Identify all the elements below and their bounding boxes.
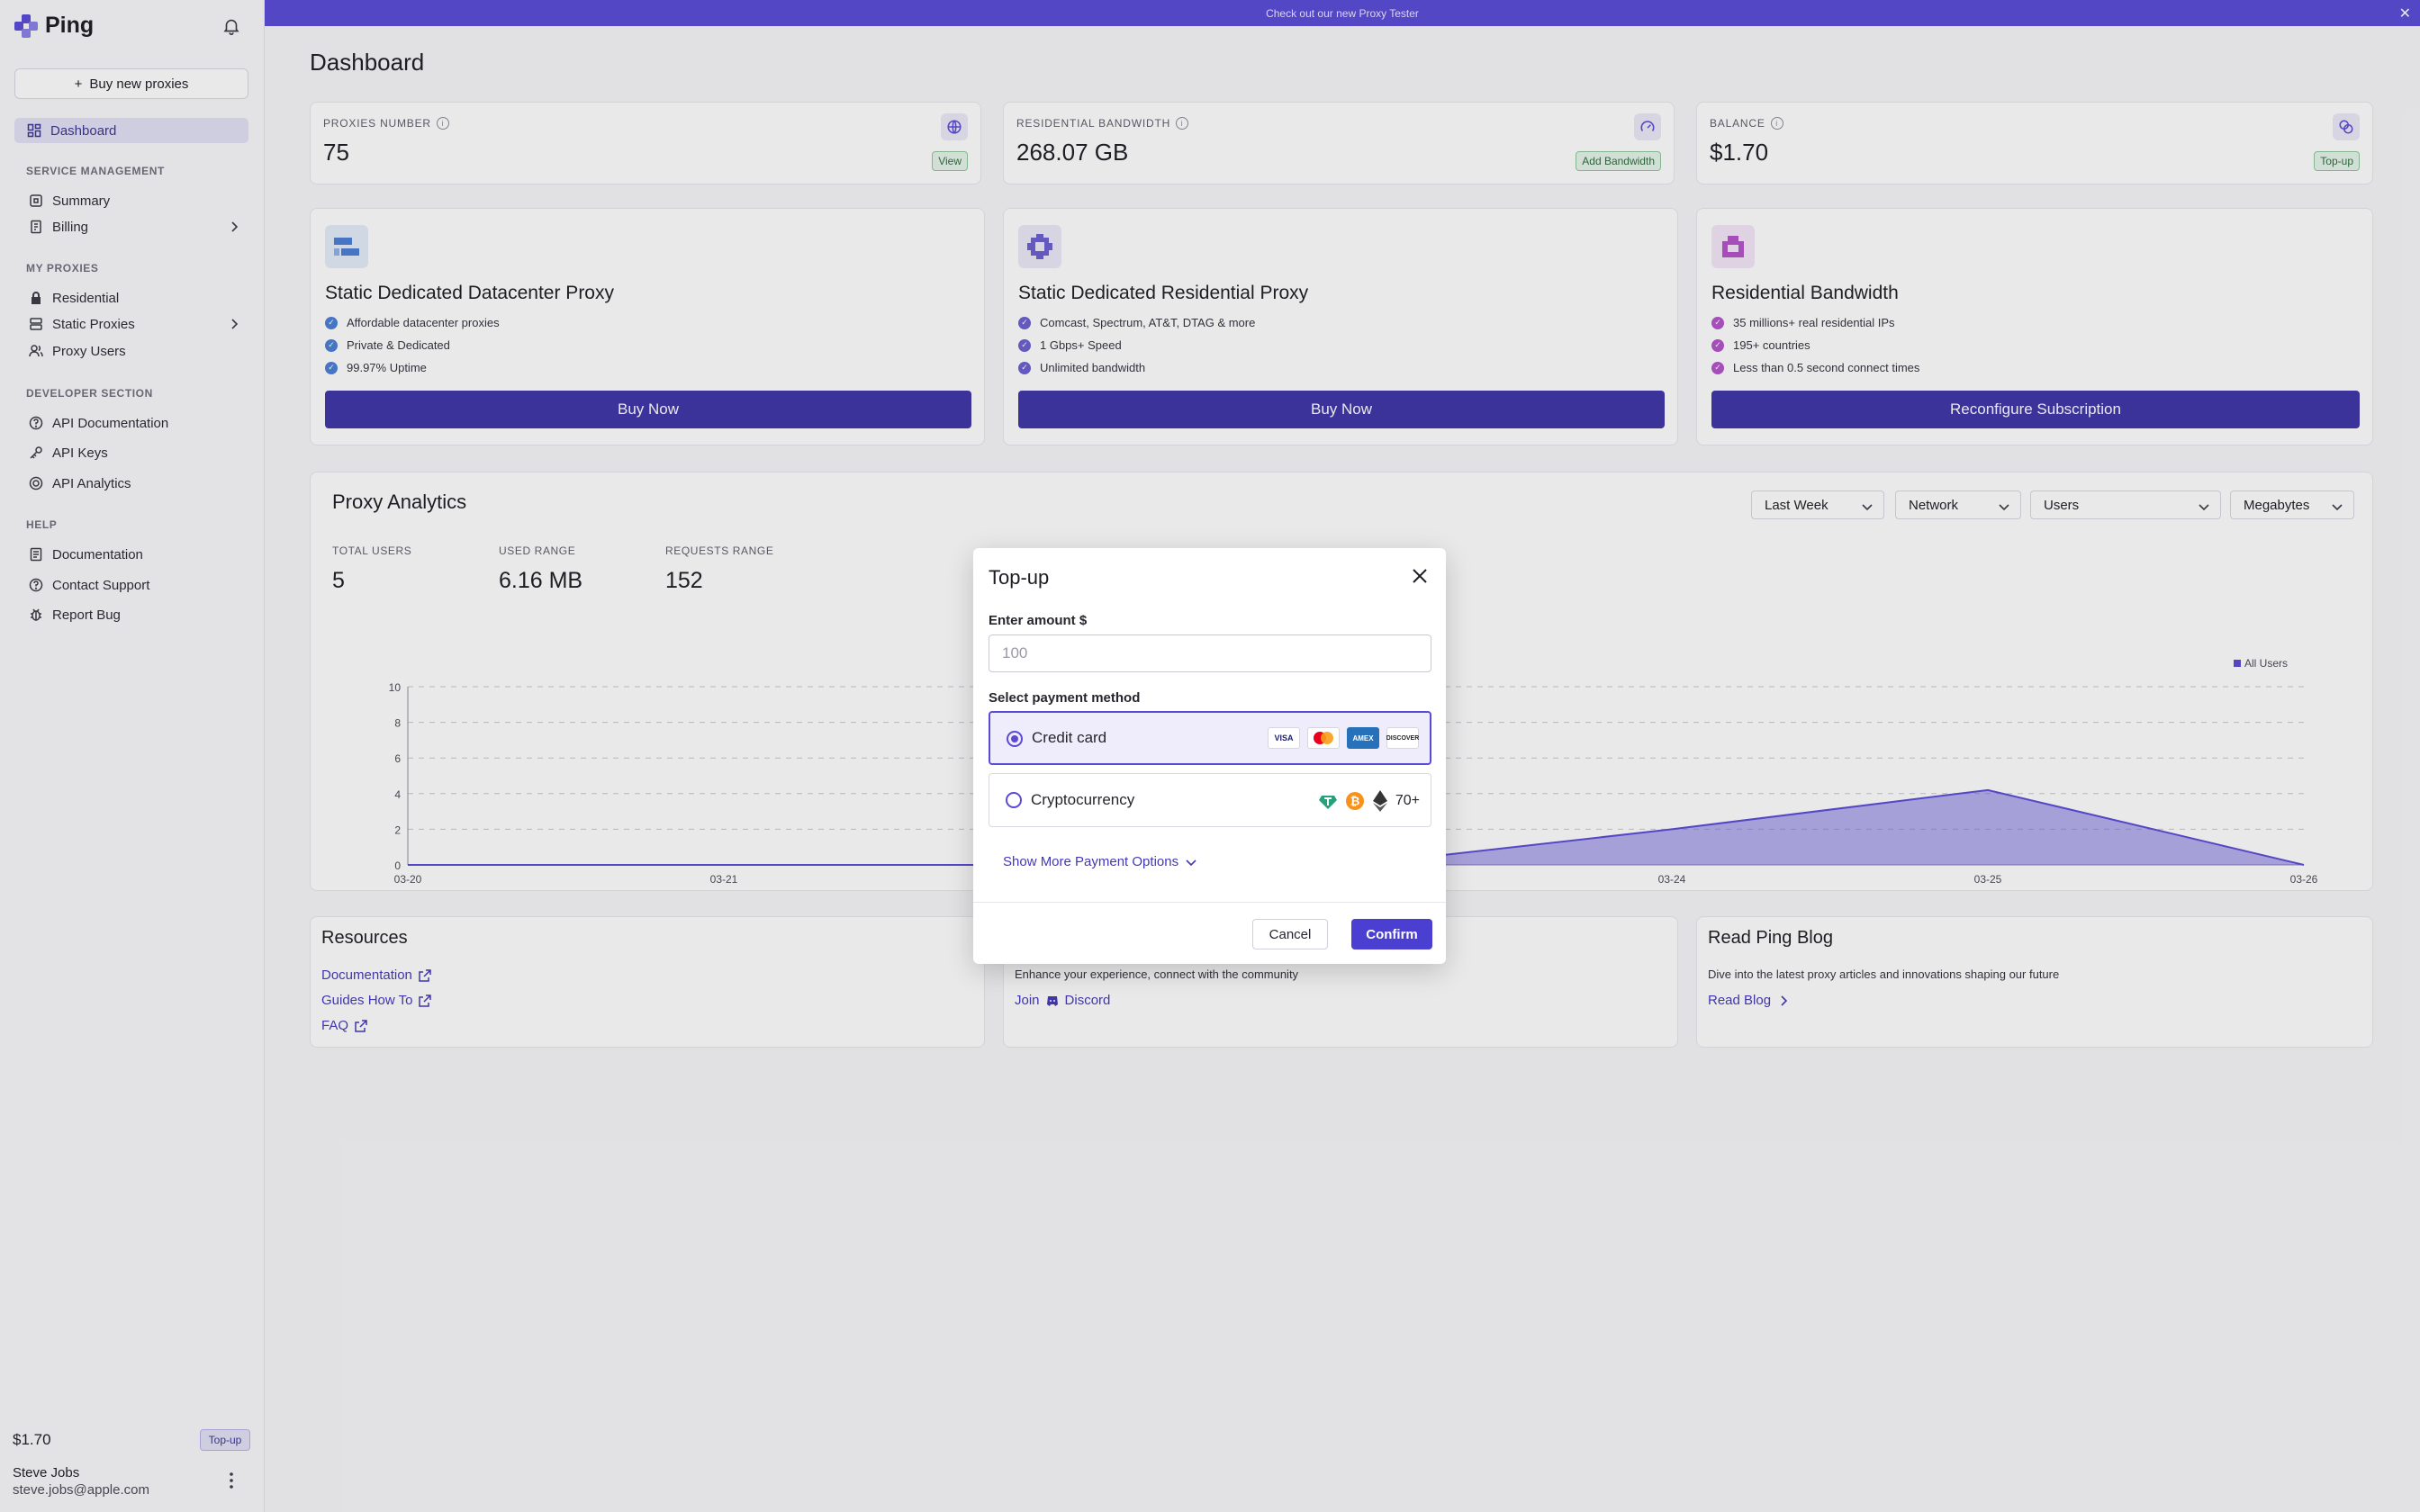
payment-option-credit-card[interactable]: Credit card VISA AMEX DISCOVER <box>989 711 1431 765</box>
radio-unselected[interactable] <box>1006 792 1022 808</box>
crypto-logos: ₿ 70+ <box>1318 790 1420 812</box>
card-logos: VISA AMEX DISCOVER <box>1268 727 1419 749</box>
svg-text:₿: ₿ <box>1350 796 1360 809</box>
payment-option-label: Cryptocurrency <box>1031 791 1135 808</box>
payment-method-label: Select payment method <box>989 690 1141 706</box>
chevron-down-icon <box>1186 859 1196 866</box>
amex-icon: AMEX <box>1347 727 1379 749</box>
dialog-title: Top-up <box>989 566 1050 589</box>
ethereum-icon <box>1372 790 1387 812</box>
close-icon[interactable] <box>1410 566 1430 586</box>
mastercard-icon <box>1307 727 1340 749</box>
more-crypto-count: 70+ <box>1395 793 1420 808</box>
topup-dialog: Top-up Enter amount $ Select payment met… <box>973 548 1446 964</box>
confirm-button[interactable]: Confirm <box>1351 919 1432 950</box>
payment-option-label: Credit card <box>1032 729 1107 746</box>
tether-icon <box>1318 796 1337 809</box>
cancel-button[interactable]: Cancel <box>1252 919 1328 950</box>
payment-option-cryptocurrency[interactable]: Cryptocurrency ₿ 70+ <box>989 773 1431 827</box>
radio-selected[interactable] <box>1007 731 1023 747</box>
dialog-divider <box>973 902 1446 903</box>
visa-icon: VISA <box>1268 727 1300 749</box>
show-more-payment-options[interactable]: Show More Payment Options <box>1003 854 1198 869</box>
amount-label: Enter amount $ <box>989 613 1088 628</box>
amount-input[interactable] <box>989 634 1431 672</box>
bitcoin-icon: ₿ <box>1345 792 1364 810</box>
discover-icon: DISCOVER <box>1386 727 1419 749</box>
